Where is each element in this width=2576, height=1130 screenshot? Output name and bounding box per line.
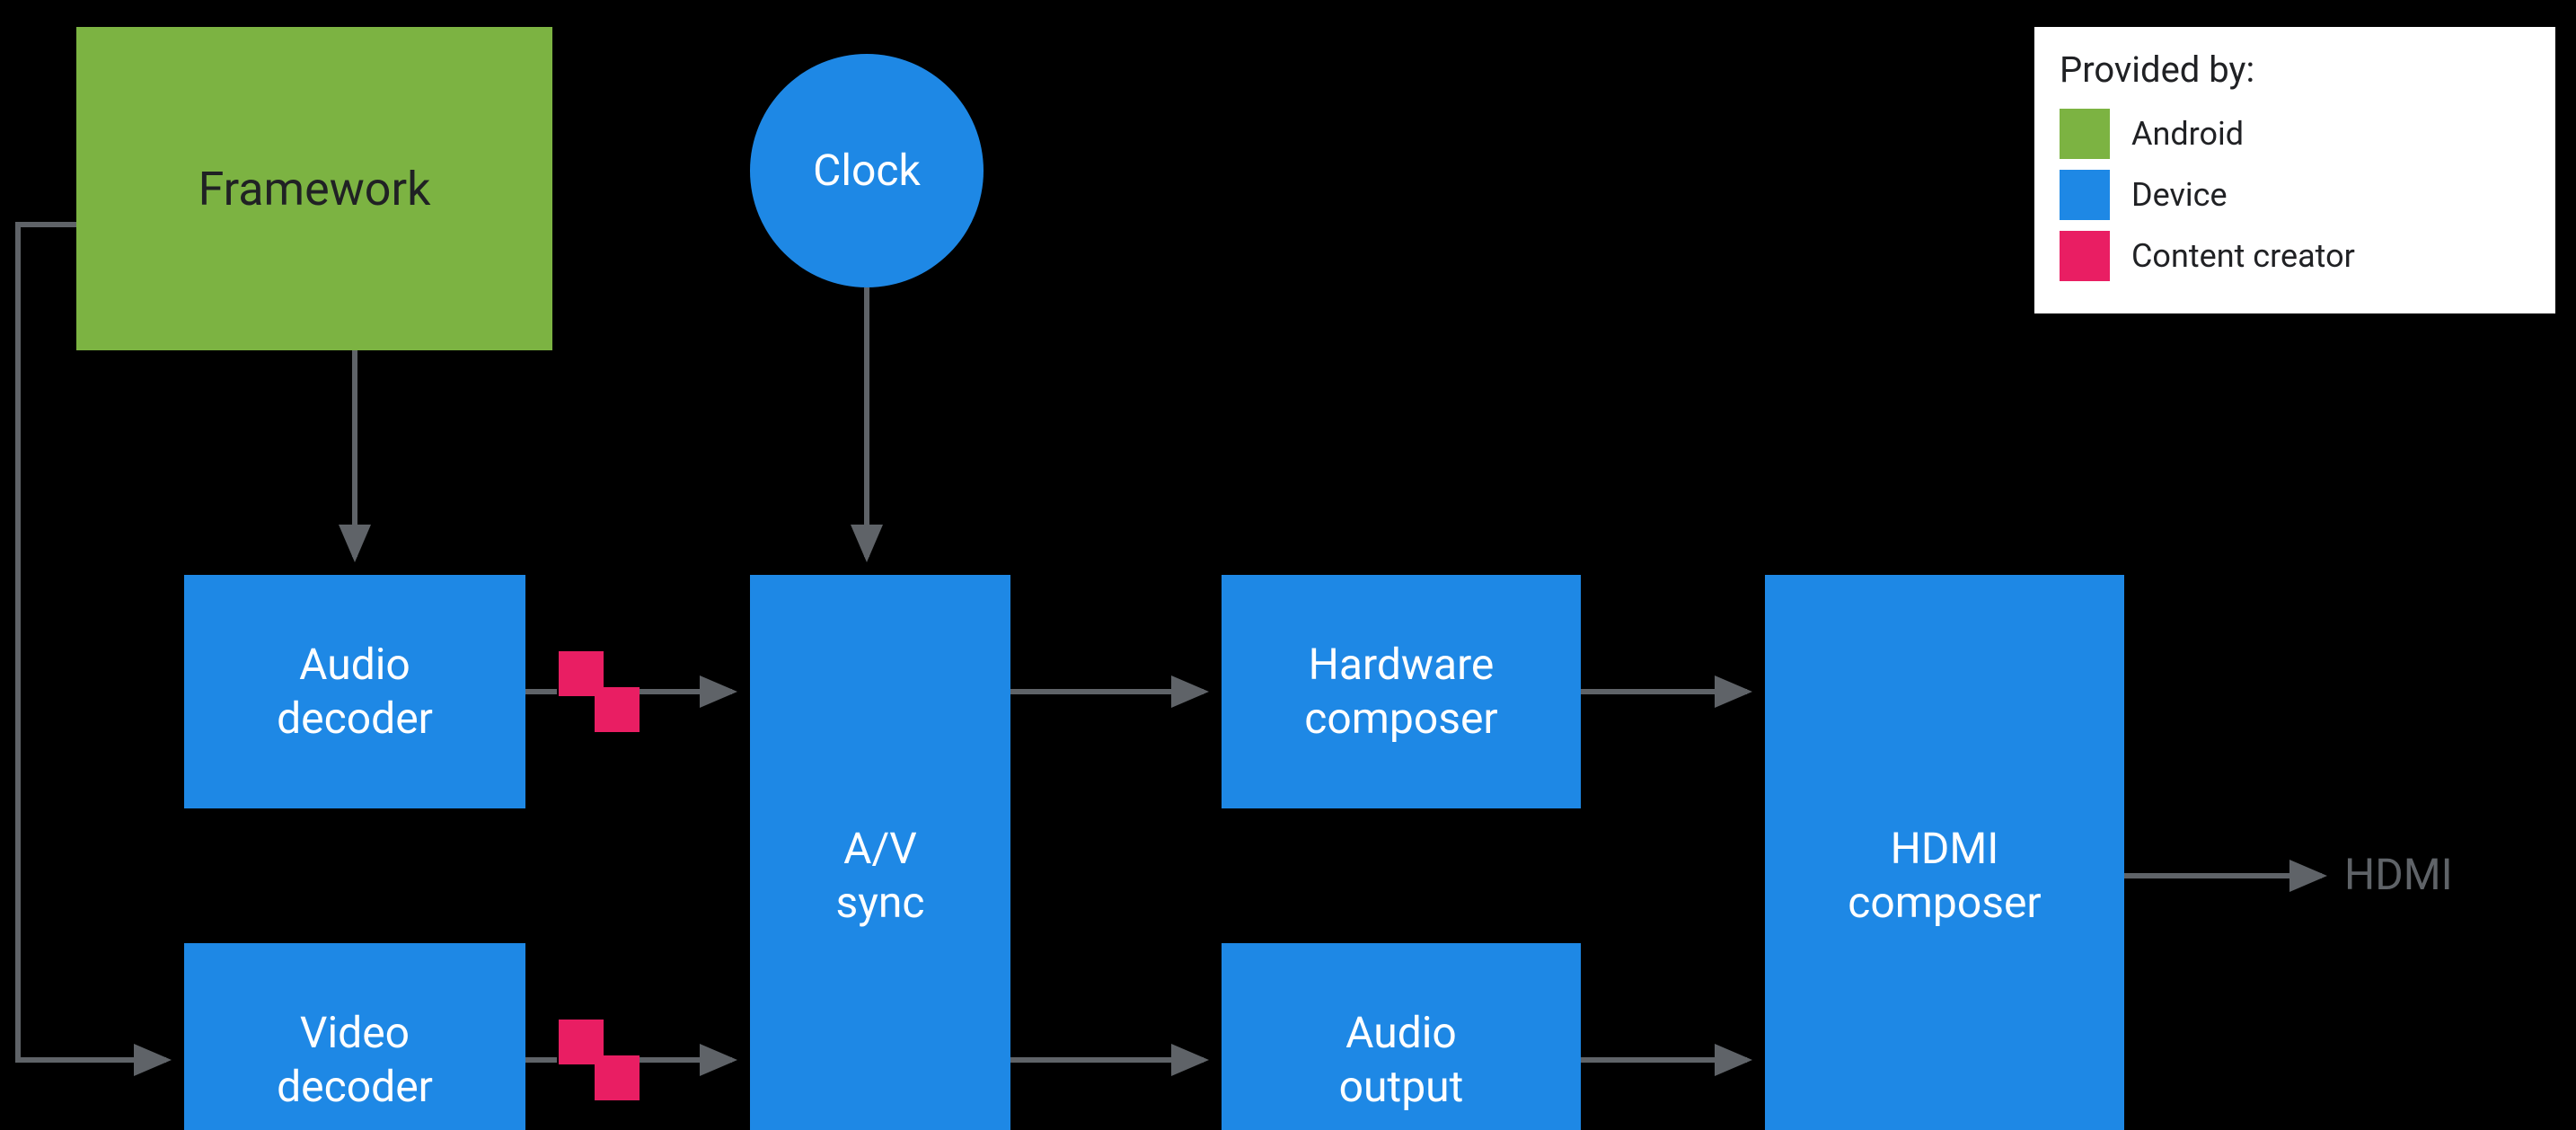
legend-item-android: Android (2060, 109, 2519, 159)
node-hardware-composer: Hardware composer (1222, 575, 1581, 808)
swatch-content-creator (2060, 231, 2110, 281)
node-audio-output: Audio output (1222, 943, 1581, 1130)
legend-title: Provided by: (2060, 49, 2519, 91)
node-clock: Clock (750, 54, 984, 287)
node-av-sync: A/V sync (750, 575, 1010, 1130)
node-hdmi-composer-label: HDMI composer (1848, 822, 2041, 930)
node-clock-label: Clock (813, 144, 921, 198)
swatch-device (2060, 170, 2110, 220)
node-av-sync-label: A/V sync (835, 822, 924, 930)
legend-item-content-creator: Content creator (2060, 231, 2519, 281)
node-framework-label: Framework (198, 160, 431, 218)
node-video-decoder-label: Video decoder (277, 1006, 433, 1114)
output-hdmi-label: HDMI (2344, 849, 2453, 900)
node-framework: Framework (76, 27, 552, 350)
legend-label-device: Device (2131, 176, 2228, 214)
legend: Provided by: Android Device Content crea… (2034, 27, 2555, 313)
node-hardware-composer-label: Hardware composer (1304, 638, 1497, 746)
content-creator-glyph-video (559, 1020, 640, 1100)
node-video-decoder: Video decoder (184, 943, 525, 1130)
output-hdmi-text: HDMI (2344, 849, 2453, 900)
legend-label-android: Android (2131, 115, 2244, 153)
node-hdmi-composer: HDMI composer (1765, 575, 2124, 1130)
node-audio-output-label: Audio output (1339, 1006, 1464, 1114)
node-audio-decoder: Audio decoder (184, 575, 525, 808)
legend-item-device: Device (2060, 170, 2519, 220)
content-creator-glyph-audio (559, 651, 640, 732)
diagram-canvas: Framework Clock Audio decoder Video deco… (0, 0, 2576, 1130)
swatch-android (2060, 109, 2110, 159)
node-audio-decoder-label: Audio decoder (277, 638, 433, 746)
legend-label-content-creator: Content creator (2131, 237, 2355, 275)
